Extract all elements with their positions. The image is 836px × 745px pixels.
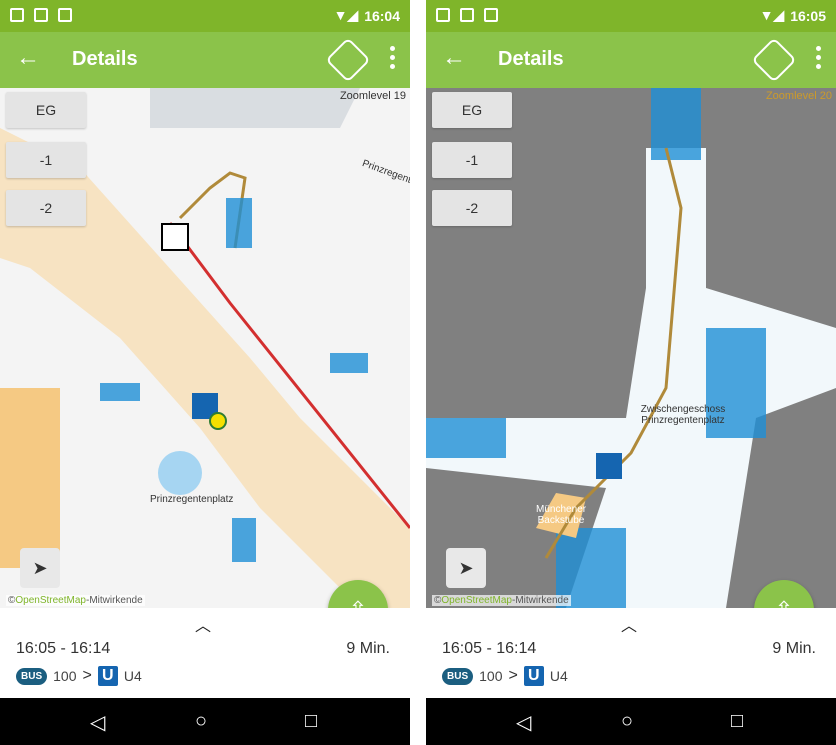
osm-link[interactable]: OpenStreetMap xyxy=(15,595,86,606)
status-bar: ▼◢ 16:04 xyxy=(0,0,410,32)
system-nav-bar: ◁ ○ □ xyxy=(0,698,410,745)
map-place-label: Prinzregentenplatz xyxy=(150,494,234,505)
floor-button-minus1[interactable]: -1 xyxy=(6,142,86,178)
nav-recents-icon[interactable]: □ xyxy=(305,710,317,733)
more-menu-icon[interactable] xyxy=(816,46,822,69)
bus-icon: BUS xyxy=(16,667,48,685)
my-location-button[interactable]: ➤ xyxy=(20,548,60,588)
osm-attribution: ©OpenStreetMap-Mitwirkende xyxy=(432,595,571,606)
back-arrow-icon[interactable]: ← xyxy=(442,46,466,70)
floor-button-eg[interactable]: EG xyxy=(6,92,86,128)
route-summary-sheet[interactable]: ︿ 16:05 - 16:14 9 Min. BUS 100 > U U4 xyxy=(426,608,836,698)
leg-separator: > xyxy=(508,667,518,684)
floor-button-minus2[interactable]: -2 xyxy=(432,190,512,226)
bus-icon: BUS xyxy=(442,667,474,685)
nav-back-icon[interactable]: ◁ xyxy=(90,710,105,735)
time-range: 16:05 - 16:14 xyxy=(16,640,111,657)
route-legs: BUS 100 > U U4 xyxy=(442,666,568,686)
chevron-up-icon[interactable]: ︿ xyxy=(621,612,637,636)
notification-icon xyxy=(34,8,48,22)
duration: 9 Min. xyxy=(346,640,390,657)
route-icon[interactable] xyxy=(325,37,371,83)
floor-button-eg[interactable]: EG xyxy=(432,92,512,128)
map-place-label: Zwischengeschoss Prinzregentenplatz xyxy=(640,404,726,426)
back-arrow-icon[interactable]: ← xyxy=(16,46,40,70)
my-location-button[interactable]: ➤ xyxy=(446,548,486,588)
leg-separator: > xyxy=(82,667,92,684)
system-nav-bar: ◁ ○ □ xyxy=(426,698,836,745)
status-time: 16:05 xyxy=(790,7,826,24)
signal-icon: ▼◢ xyxy=(333,7,359,23)
ubahn-icon: U xyxy=(523,666,544,686)
zoom-label: Zoomlevel 19 xyxy=(339,90,406,102)
download-icon xyxy=(484,8,498,22)
signal-icon: ▼◢ xyxy=(759,7,785,23)
image-icon xyxy=(436,8,450,22)
status-time: 16:04 xyxy=(364,7,400,24)
floor-button-minus1[interactable]: -1 xyxy=(432,142,512,178)
bus-line: 100 xyxy=(53,668,77,684)
osm-attribution-text: -Mitwirkende xyxy=(85,595,143,606)
ubahn-line: U4 xyxy=(549,668,568,684)
route-legs: BUS 100 > U U4 xyxy=(16,666,142,686)
nav-home-icon[interactable]: ○ xyxy=(195,710,207,733)
map-view[interactable]: EG -1 -2 Zoomlevel 20 Zwischengeschoss P… xyxy=(426,88,836,608)
status-bar: ▼◢ 16:05 xyxy=(426,0,836,32)
nav-back-icon[interactable]: ◁ xyxy=(516,710,531,735)
map-view[interactable]: EG -1 -2 Zoomlevel 19 Prinzregentenplatz… xyxy=(0,88,410,608)
nav-home-icon[interactable]: ○ xyxy=(621,710,633,733)
osm-link[interactable]: OpenStreetMap xyxy=(441,595,512,606)
screen-left: ▼◢ 16:04 ← Details EG -1 -2 Zoomlevel 19 … xyxy=(0,0,410,745)
time-range: 16:05 - 16:14 xyxy=(442,640,537,657)
duration: 9 Min. xyxy=(772,640,816,657)
image-icon xyxy=(10,8,24,22)
zoom-label: Zoomlevel 20 xyxy=(765,90,832,102)
map-poi-label: Münchener Backstube xyxy=(536,504,587,526)
notification-icon xyxy=(460,8,474,22)
floor-button-minus2[interactable]: -2 xyxy=(6,190,86,226)
ubahn-icon: U xyxy=(97,666,118,686)
nav-recents-icon[interactable]: □ xyxy=(731,710,743,733)
navigation-arrow-icon: ➤ xyxy=(32,557,48,578)
ubahn-line: U4 xyxy=(123,668,142,684)
bus-line: 100 xyxy=(479,668,503,684)
download-icon xyxy=(58,8,72,22)
route-icon[interactable] xyxy=(751,37,797,83)
more-menu-icon[interactable] xyxy=(390,46,396,69)
app-toolbar: ← Details xyxy=(426,32,836,88)
app-toolbar: ← Details xyxy=(0,32,410,88)
chevron-up-icon[interactable]: ︿ xyxy=(195,612,211,636)
page-title: Details xyxy=(498,48,564,70)
screen-right: ▼◢ 16:05 ← Details EG -1 -2 Zoomlevel 20 … xyxy=(426,0,836,745)
navigation-arrow-icon: ➤ xyxy=(458,557,474,578)
page-title: Details xyxy=(72,48,138,70)
osm-attribution-text: -Mitwirkende xyxy=(511,595,569,606)
route-summary-sheet[interactable]: ︿ 16:05 - 16:14 9 Min. BUS 100 > U U4 xyxy=(0,608,410,698)
osm-attribution: ©OpenStreetMap-Mitwirkende xyxy=(6,595,145,606)
